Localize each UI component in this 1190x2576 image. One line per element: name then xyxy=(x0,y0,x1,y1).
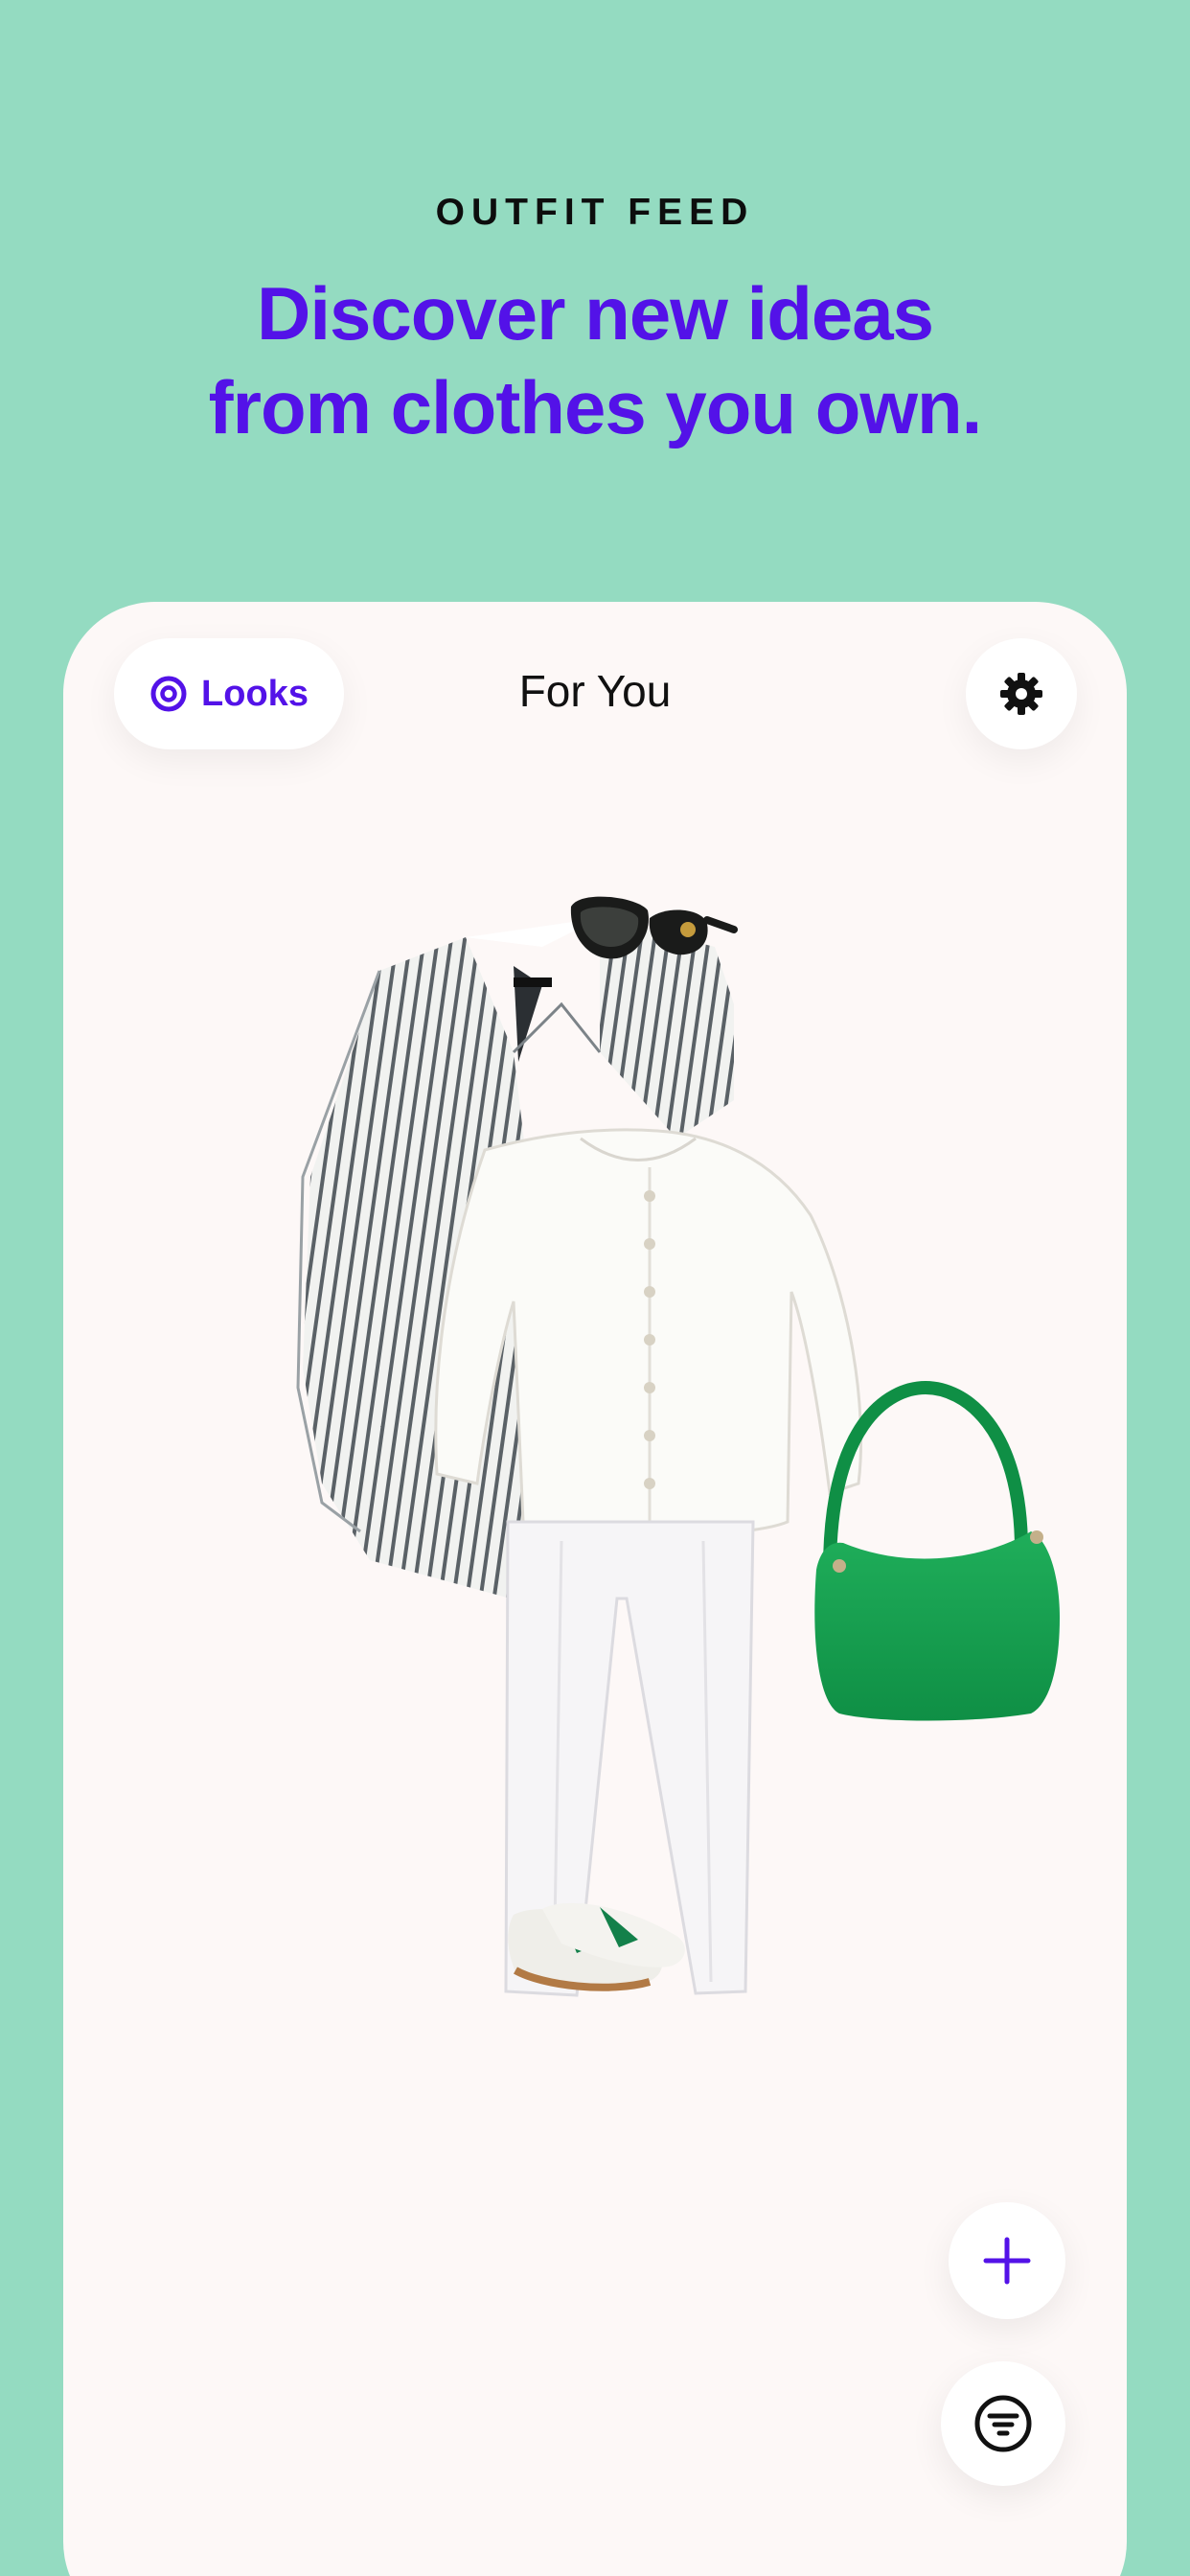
headline: Discover new ideas from clothes you own. xyxy=(0,266,1190,454)
headline-line-2: from clothes you own. xyxy=(208,365,983,449)
filter-icon xyxy=(973,2393,1034,2454)
handbag-item[interactable] xyxy=(814,1380,1060,1721)
headline-line-1: Discover new ideas xyxy=(256,271,934,356)
phone-screen: Looks For You xyxy=(63,602,1127,2576)
gear-icon xyxy=(997,670,1045,718)
plus-icon xyxy=(980,2234,1034,2288)
sneakers-item[interactable] xyxy=(508,1902,685,1991)
add-look-button[interactable] xyxy=(949,2202,1065,2319)
settings-button[interactable] xyxy=(966,638,1077,749)
page: OUTFIT FEED Discover new ideas from clot… xyxy=(0,0,1190,2576)
filter-button[interactable] xyxy=(941,2361,1065,2486)
eyebrow-label: OUTFIT FEED xyxy=(435,192,755,233)
